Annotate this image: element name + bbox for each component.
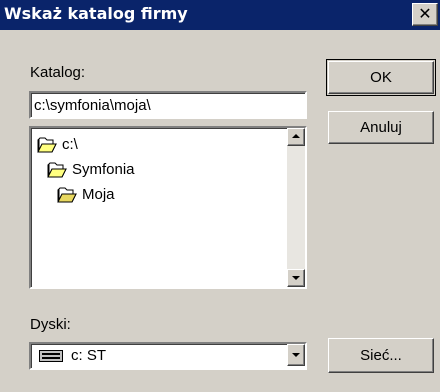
folder-tree[interactable]: c:\ Symfonia Moja xyxy=(29,126,307,289)
title-bar[interactable]: Wskaż katalog firmy ✕ xyxy=(0,0,440,30)
tree-item-label: Symfonia xyxy=(72,161,135,179)
drives-dropdown-button[interactable] xyxy=(287,344,305,366)
catalog-label: Katalog: xyxy=(30,64,86,81)
tree-item-root[interactable]: c:\ xyxy=(37,135,78,155)
open-folder-icon xyxy=(57,187,77,203)
drives-select[interactable]: c: ST xyxy=(29,342,307,370)
cancel-button[interactable]: Anuluj xyxy=(328,111,434,144)
tree-item-moja[interactable]: Moja xyxy=(57,185,115,205)
hard-drive-icon xyxy=(39,350,63,362)
chevron-down-icon xyxy=(292,353,300,357)
open-folder-icon xyxy=(37,137,57,153)
arrow-down-icon xyxy=(292,276,300,280)
tree-item-symfonia[interactable]: Symfonia xyxy=(47,160,135,180)
tree-scrollbar[interactable] xyxy=(287,128,305,287)
window-title: Wskaż katalog firmy xyxy=(4,4,188,23)
catalog-path-input[interactable] xyxy=(34,94,302,116)
close-button[interactable]: ✕ xyxy=(412,3,438,26)
arrow-up-icon xyxy=(292,134,300,138)
close-icon: ✕ xyxy=(418,4,432,23)
network-button[interactable]: Sieć... xyxy=(328,338,434,373)
ok-button[interactable]: OK xyxy=(328,61,434,94)
open-folder-icon xyxy=(47,162,67,178)
drives-selected-value: c: ST xyxy=(71,347,107,364)
tree-item-label: c:\ xyxy=(62,136,78,154)
scroll-down-button[interactable] xyxy=(287,269,305,287)
drives-label: Dyski: xyxy=(30,316,71,333)
catalog-path-field[interactable] xyxy=(29,91,307,119)
tree-item-label: Moja xyxy=(82,186,115,204)
scroll-up-button[interactable] xyxy=(287,128,305,146)
